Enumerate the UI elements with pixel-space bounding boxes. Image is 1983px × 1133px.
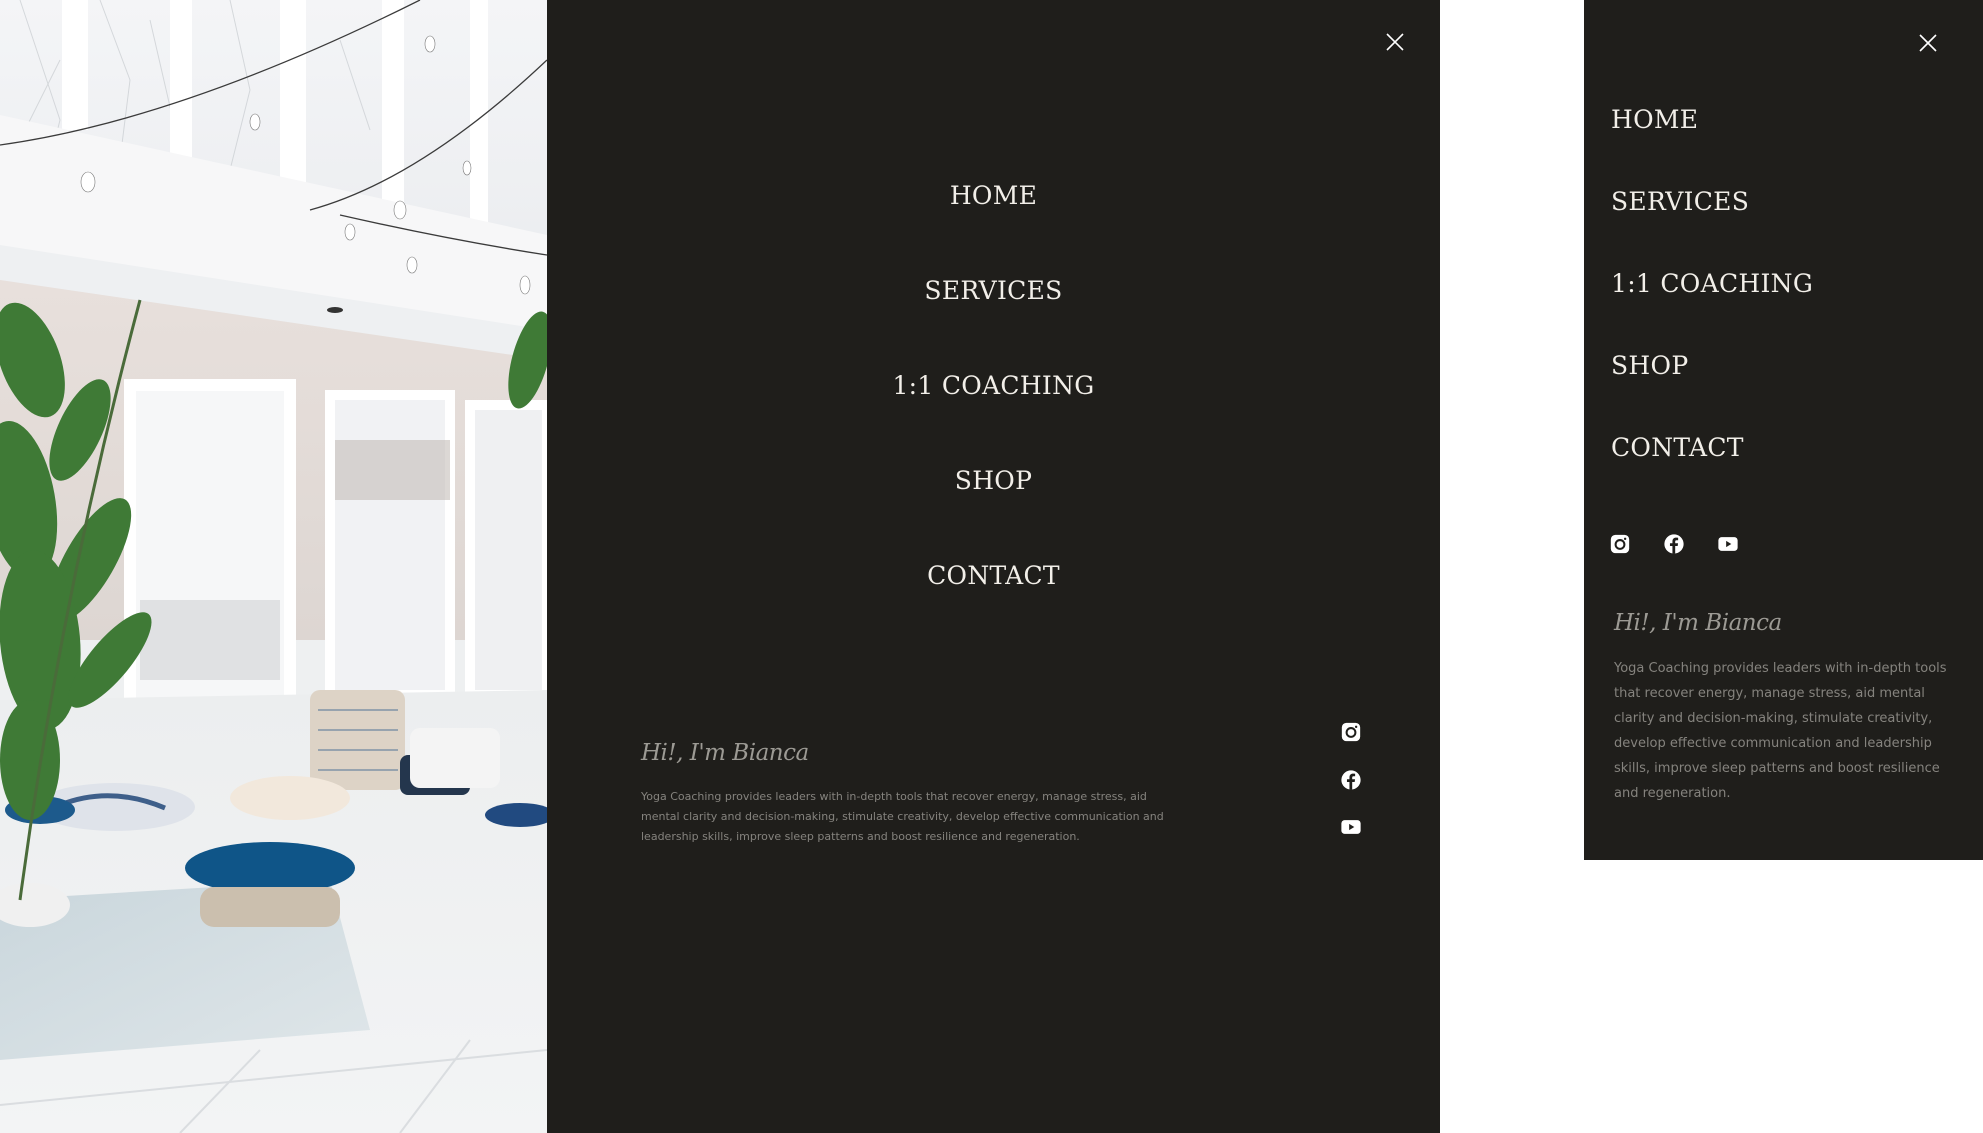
- studio-photo-illustration: [0, 0, 547, 1133]
- nav-item-services[interactable]: SERVICES: [1611, 184, 1813, 266]
- mobile-menu-panel: HOME SERVICES 1:1 COACHING SHOP CONTACT: [1584, 0, 1983, 860]
- facebook-icon: [1341, 769, 1361, 790]
- bio-text: Yoga Coaching provides leaders with in-d…: [1614, 661, 1947, 801]
- youtube-icon: [1341, 820, 1361, 834]
- nav-item-services[interactable]: SERVICES: [547, 273, 1440, 368]
- instagram-link[interactable]: [1340, 721, 1362, 743]
- instagram-icon: [1610, 534, 1630, 554]
- desktop-menu-panel: HOME SERVICES 1:1 COACHING SHOP CONTACT …: [547, 0, 1440, 1133]
- close-icon: [1919, 34, 1937, 52]
- nav-item-coaching[interactable]: 1:1 COACHING: [547, 368, 1440, 463]
- nav-item-home[interactable]: HOME: [1611, 102, 1813, 184]
- instagram-link[interactable]: [1609, 533, 1631, 555]
- close-icon: [1386, 33, 1404, 51]
- mobile-nav: HOME SERVICES 1:1 COACHING SHOP CONTACT: [1611, 102, 1813, 512]
- close-button[interactable]: [1916, 31, 1940, 55]
- nav-item-coaching[interactable]: 1:1 COACHING: [1611, 266, 1813, 348]
- nav-item-home[interactable]: HOME: [547, 178, 1440, 273]
- youtube-link[interactable]: [1717, 533, 1739, 555]
- bio-heading: Hi!, I'm Bianca: [1614, 610, 1782, 636]
- youtube-icon: [1718, 537, 1738, 551]
- facebook-link[interactable]: [1340, 769, 1362, 791]
- facebook-icon: [1664, 534, 1684, 554]
- studio-photo: [0, 0, 547, 1133]
- facebook-link[interactable]: [1663, 533, 1685, 555]
- close-button[interactable]: [1383, 30, 1407, 54]
- main-nav: HOME SERVICES 1:1 COACHING SHOP CONTACT: [547, 178, 1440, 653]
- instagram-icon: [1341, 722, 1361, 742]
- bio-heading: Hi!, I'm Bianca: [641, 740, 809, 766]
- youtube-link[interactable]: [1340, 816, 1362, 838]
- nav-item-shop[interactable]: SHOP: [1611, 348, 1813, 430]
- nav-item-contact[interactable]: CONTACT: [1611, 430, 1813, 512]
- nav-item-shop[interactable]: SHOP: [547, 463, 1440, 558]
- nav-item-contact[interactable]: CONTACT: [547, 558, 1440, 653]
- bio-text: Yoga Coaching provides leaders with in-d…: [641, 790, 1164, 843]
- social-links: [1340, 721, 1362, 838]
- social-links: [1609, 533, 1739, 555]
